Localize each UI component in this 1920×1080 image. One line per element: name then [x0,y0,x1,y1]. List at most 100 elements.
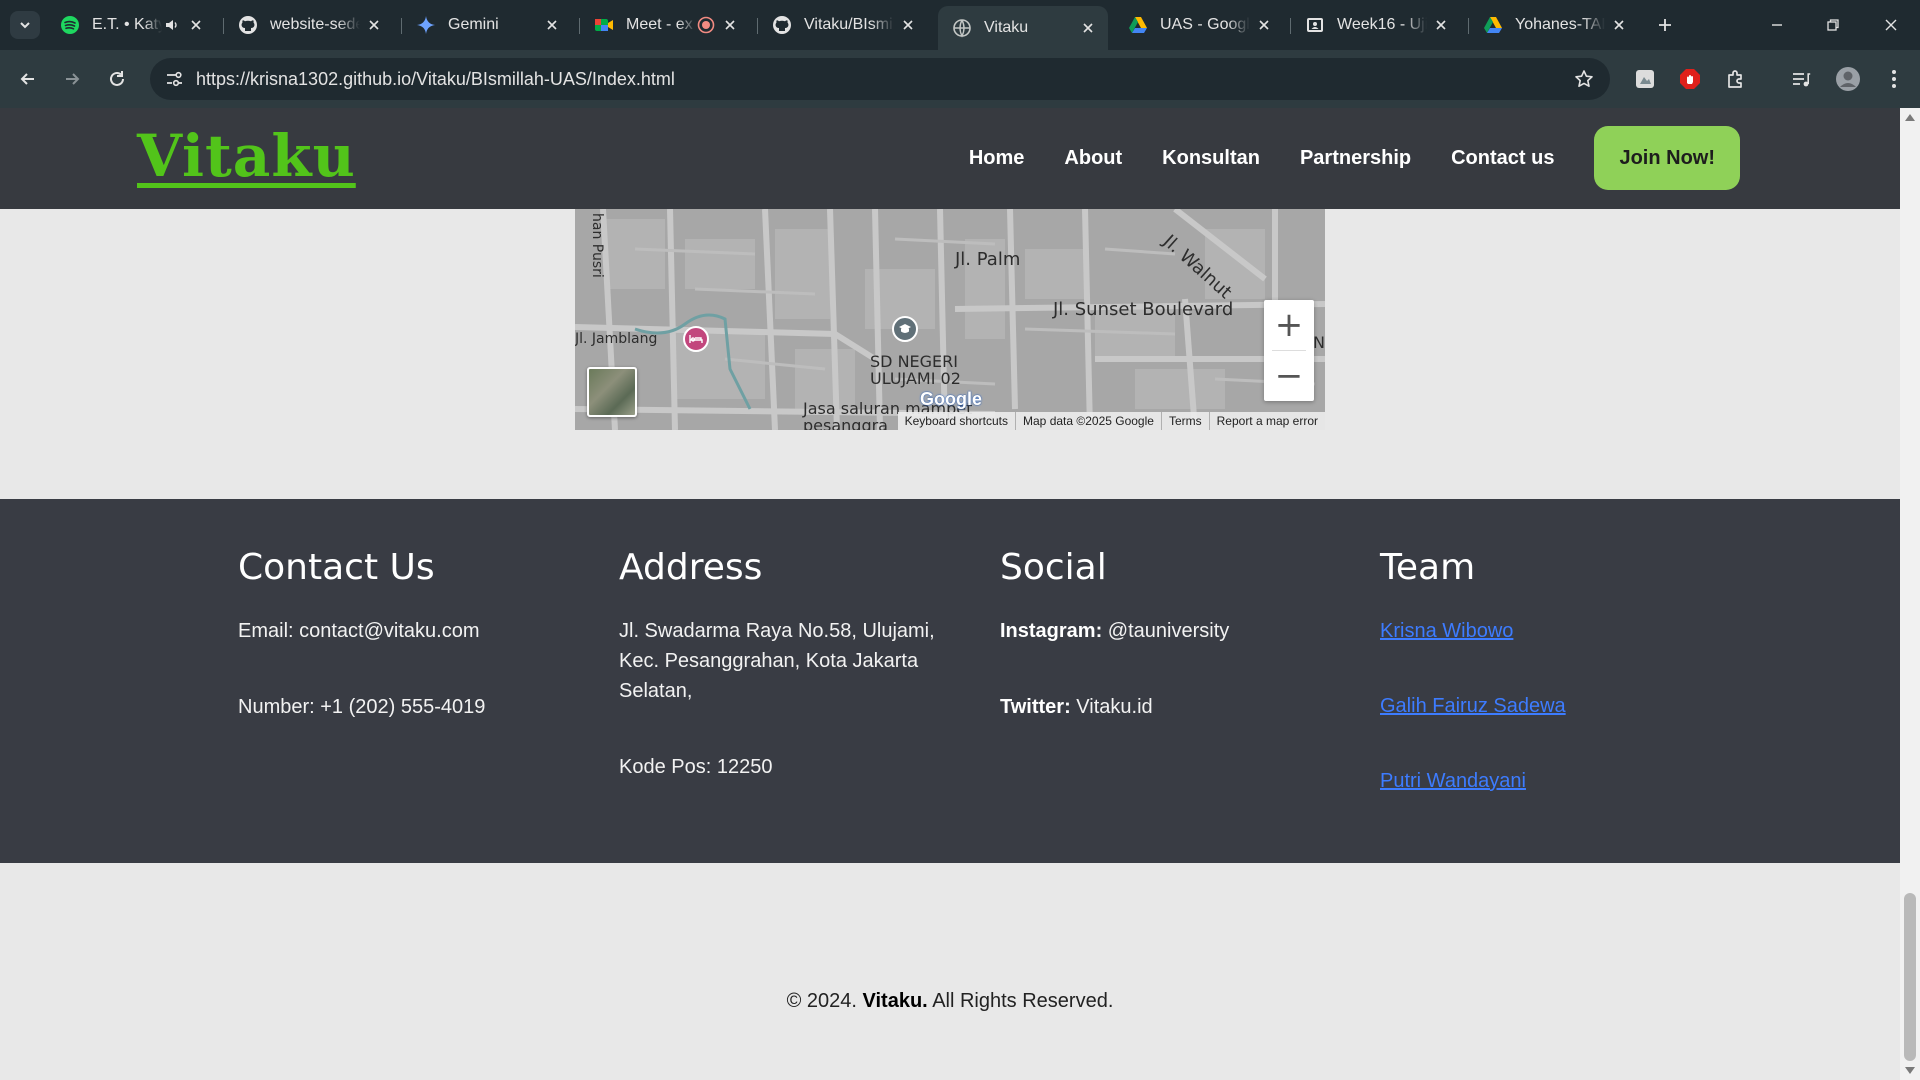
keyboard-shortcuts-link[interactable]: Keyboard shortcuts [898,412,1015,430]
copyright-prefix: © 2024. [786,990,863,1012]
scroll-up-arrow[interactable] [1905,114,1915,121]
extensions-puzzle-icon[interactable] [1721,64,1751,94]
team-member-link[interactable]: Galih Fairuz Sadewa [1380,691,1710,721]
zoom-in-button[interactable]: + [1264,300,1314,350]
address-line-1: Jl. Swadarma Raya No.58, Ulujami, [619,620,935,642]
tab-title: Week16 - Ujian [1337,16,1427,33]
close-window-button[interactable] [1871,10,1911,40]
footer-team: Team Krisna Wibowo Galih Fairuz Sadewa P… [1380,547,1710,841]
nav-link-about[interactable]: About [1064,147,1122,170]
minimize-button[interactable] [1757,10,1797,40]
nav-link-home[interactable]: Home [969,147,1025,170]
meet-icon [594,15,614,35]
tab-title: Vitaku [984,19,1029,36]
map-satellite-toggle[interactable] [587,367,637,417]
minimize-icon [1772,24,1782,26]
tab-meet[interactable]: Meet - ex [580,8,750,42]
tab-spotify[interactable]: E.T. • Katy Perry [46,8,216,42]
hotel-pin-icon[interactable] [683,326,709,352]
nav-link-partnership[interactable]: Partnership [1300,147,1411,170]
map-data-text: Map data ©2025 Google [1015,412,1161,430]
tab-uas-drive[interactable]: UAS - Google Drive [1114,8,1284,42]
tab-title: Meet - ex [626,16,693,33]
zoom-out-button[interactable]: − [1264,351,1314,401]
github-icon [238,15,258,35]
extension-puzzle-app-icon[interactable] [1630,64,1660,94]
google-map-embed[interactable]: Jl. Palm Jl. Walnut Jl. Sunset Boulevard… [575,209,1325,430]
nav-link-contact[interactable]: Contact us [1451,147,1554,170]
social-instagram: Instagram: @tauniversity [1000,616,1330,646]
footer-social: Social Instagram: @tauniversity Twitter:… [1000,547,1330,722]
team-member-link[interactable]: Putri Wandayani [1380,766,1710,796]
close-icon[interactable] [186,15,206,35]
tab-yohanes[interactable]: Yohanes-TAIF [1469,8,1639,42]
map-label-palm: Jl. Palm [955,249,1021,270]
drive-icon [1483,15,1503,35]
map-label-jasa-2: pesanggra [803,416,888,430]
close-icon[interactable] [1609,15,1629,35]
map-label-school-2: ULUJAMI 02 [870,369,961,388]
nav-link-konsultan[interactable]: Konsultan [1162,147,1260,170]
scroll-thumb[interactable] [1904,893,1916,1061]
page-scrollbar[interactable] [1900,108,1920,1080]
profile-avatar[interactable] [1833,64,1863,94]
drive-icon [1128,15,1148,35]
copyright-suffix: All Rights Reserved. [927,990,1114,1012]
menu-kebab-icon[interactable] [1879,64,1909,94]
map-attribution: Keyboard shortcuts Map data ©2025 Google… [897,412,1325,430]
map-label-edge: N [1313,333,1325,352]
close-icon[interactable] [364,15,384,35]
back-button[interactable] [12,63,44,95]
adblock-extension-icon[interactable] [1675,64,1705,94]
tab-website-sederhana[interactable]: website-sederhana [224,8,394,42]
contact-number: Number: +1 (202) 555-4019 [238,696,486,718]
media-controls-icon[interactable] [1786,64,1816,94]
tab-week16[interactable]: Week16 - Ujian [1291,8,1461,42]
close-icon [1885,19,1897,31]
close-icon[interactable] [1078,18,1098,38]
site-logo[interactable]: Vitaku [137,122,356,190]
browser-toolbar: https://krisna1302.github.io/Vitaku/BIsm… [0,50,1920,108]
twitter-label: Twitter: [1000,696,1071,718]
instagram-handle: @tauniversity [1102,620,1230,642]
classroom-icon [1305,15,1325,35]
address-bar[interactable]: https://krisna1302.github.io/Vitaku/BIsm… [150,58,1610,100]
forward-button[interactable] [56,63,88,95]
team-member-link[interactable]: Krisna Wibowo [1380,616,1710,646]
close-icon[interactable] [720,15,740,35]
tab-gemini[interactable]: Gemini [402,8,572,42]
scroll-down-arrow[interactable] [1905,1067,1915,1074]
twitter-handle: Vitaku.id [1070,696,1153,718]
terms-link[interactable]: Terms [1160,412,1209,430]
school-pin-icon[interactable] [892,316,918,342]
site-info-icon[interactable] [160,65,188,93]
tab-vitaku-active[interactable]: Vitaku [938,6,1108,50]
map-zoom-control: + − [1264,300,1314,401]
tab-title: UAS - Google Drive [1160,16,1250,33]
speaker-icon[interactable] [162,15,182,35]
site-navbar: Vitaku Home About Konsultan Partnership … [0,108,1900,209]
map-label-sunset: Jl. Sunset Boulevard [1053,299,1234,320]
tab-title: website-sederhana [270,16,360,33]
restore-button[interactable] [1813,10,1853,40]
nav-links: Home About Konsultan Partnership Contact… [969,126,1740,190]
tab-title: E.T. • Katy Perry [92,16,162,33]
join-now-button[interactable]: Join Now! [1594,126,1740,190]
close-icon[interactable] [898,15,918,35]
bookmark-star-icon[interactable] [1572,67,1596,91]
new-tab-button[interactable] [1652,12,1678,38]
reload-button[interactable] [101,63,133,95]
globe-icon [952,18,972,38]
report-map-error-link[interactable]: Report a map error [1208,412,1325,430]
tab-search-button[interactable] [10,11,40,39]
instagram-label: Instagram: [1000,620,1103,642]
tab-vitaku-repo[interactable]: Vitaku/BIsmillah [758,8,928,42]
close-icon[interactable] [542,15,562,35]
address-line-3: Selatan, [619,680,693,702]
close-icon[interactable] [1254,15,1274,35]
close-icon[interactable] [1431,15,1451,35]
copyright-text: © 2024. Vitaku. All Rights Reserved. [0,990,1900,1013]
url-text: https://krisna1302.github.io/Vitaku/BIsm… [196,69,675,89]
